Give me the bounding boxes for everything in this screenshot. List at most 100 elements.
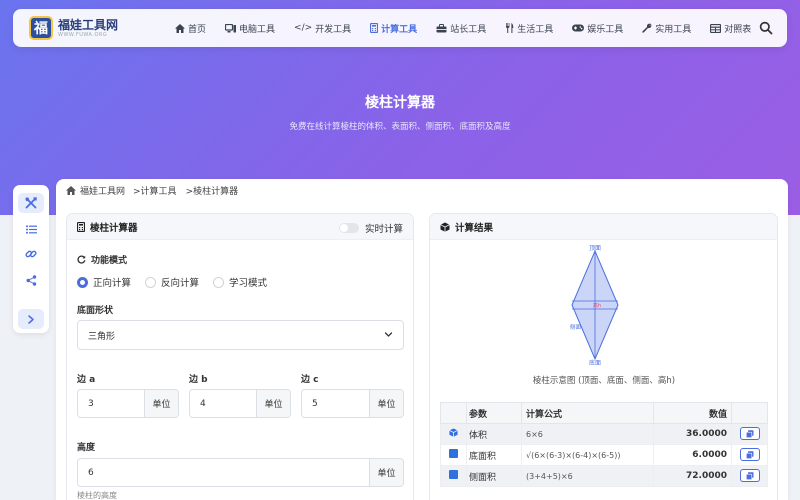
side-c-unit: 单位 bbox=[369, 390, 403, 417]
cube-icon bbox=[449, 428, 458, 437]
nav-item-entertainment-tools[interactable]: 娱乐工具 bbox=[572, 22, 623, 35]
chevron-down-icon bbox=[384, 332, 393, 337]
realtime-toggle[interactable] bbox=[338, 223, 359, 233]
side-c-input-group: 5 单位 bbox=[301, 389, 404, 418]
computer-icon bbox=[225, 23, 237, 32]
result-title: 计算结果 bbox=[455, 222, 494, 234]
height-unit: 单位 bbox=[369, 459, 403, 486]
table-icon bbox=[710, 23, 722, 33]
square-icon bbox=[449, 449, 458, 458]
row-formula: (3+4+5)×6 bbox=[521, 465, 654, 487]
mode-learning[interactable]: 学习模式 bbox=[213, 275, 267, 289]
floating-sidebar bbox=[13, 185, 49, 333]
logo-domain: WWW.FUWA.ORG bbox=[58, 31, 108, 38]
table-row: 侧面积 (3+4+5)×6 72.0000 bbox=[440, 465, 768, 487]
header-formula: 计算公式 bbox=[521, 402, 654, 424]
side-a-label: 边 a bbox=[77, 375, 96, 385]
top-navbar: 福 福娃工具网 WWW.FUWA.ORG 首页 电脑工具 </> 开发工具 计算… bbox=[13, 9, 787, 47]
copy-button[interactable] bbox=[739, 469, 760, 483]
nav-item-life-tools[interactable]: 生活工具 bbox=[505, 22, 553, 35]
calculator-icon bbox=[77, 221, 85, 232]
list-icon bbox=[25, 224, 37, 234]
copy-button[interactable] bbox=[739, 448, 760, 462]
side-c-input[interactable]: 5 bbox=[302, 390, 369, 417]
cube-icon bbox=[440, 222, 450, 232]
calculator-title: 棱柱计算器 bbox=[90, 222, 138, 234]
mode-forward[interactable]: 正向计算 bbox=[77, 275, 131, 289]
base-shape-value: 三角形 bbox=[88, 331, 116, 342]
tools-icon bbox=[25, 197, 37, 209]
side-c-label: 边 c bbox=[301, 375, 319, 385]
copy-icon bbox=[745, 472, 753, 480]
gamepad-icon bbox=[572, 24, 585, 32]
calculator-icon bbox=[370, 23, 379, 33]
nav-item-computer-tools[interactable]: 电脑工具 bbox=[225, 22, 275, 35]
height-input[interactable]: 6 bbox=[78, 459, 369, 486]
result-panel: 计算结果 顶面 高h 侧面 底面 棱柱示意图 (顶面、底面、侧面、高h) 参数 … bbox=[429, 213, 778, 500]
copy-button[interactable] bbox=[739, 427, 760, 441]
calculator-panel-header: 棱柱计算器 实时计算 bbox=[67, 214, 413, 240]
copy-icon bbox=[745, 451, 753, 459]
hero-title: 棱柱计算器 bbox=[365, 95, 435, 111]
prism-diagram: 顶面 高h 侧面 底面 bbox=[570, 245, 619, 365]
row-name: 侧面积 bbox=[466, 465, 522, 487]
calculator-panel: 棱柱计算器 实时计算 功能模式 正向计算 反向计算 学习模式 底面形状 三角形 … bbox=[66, 213, 414, 500]
mode-radio-group: 正向计算 反向计算 学习模式 bbox=[77, 275, 281, 289]
nav-item-home[interactable]: 首页 bbox=[175, 22, 206, 35]
radio-learning[interactable] bbox=[213, 276, 225, 288]
sidebar-share-button[interactable] bbox=[18, 270, 44, 290]
diagram-label-side: 侧面 bbox=[570, 323, 582, 331]
header-param: 参数 bbox=[466, 402, 522, 424]
row-value: 72.0000 bbox=[653, 465, 732, 487]
table-row: 体积 6×6 36.0000 bbox=[440, 423, 768, 445]
wrench-icon bbox=[642, 23, 652, 33]
logo-mark: 福 bbox=[29, 16, 53, 40]
code-icon: </> bbox=[294, 23, 313, 33]
side-b-unit: 单位 bbox=[256, 390, 290, 417]
diagram-caption: 棱柱示意图 (顶面、底面、侧面、高h) bbox=[532, 376, 676, 386]
breadcrumb-calc-tools[interactable]: >计算工具 bbox=[133, 184, 177, 197]
side-b-input-group: 4 单位 bbox=[189, 389, 291, 418]
sidebar-list-button[interactable] bbox=[18, 219, 44, 239]
share-icon bbox=[26, 274, 36, 286]
diagram-label-top: 顶面 bbox=[589, 245, 601, 252]
height-label: 高度 bbox=[77, 443, 96, 453]
hero-subtitle: 免费在线计算棱柱的体积、表面积、侧面积、底面积及高度 bbox=[289, 122, 511, 132]
radio-forward[interactable] bbox=[77, 276, 88, 288]
utensils-icon bbox=[506, 23, 514, 33]
mode-label-row: 功能模式 bbox=[77, 253, 127, 266]
side-a-input-group: 3 单位 bbox=[77, 389, 179, 418]
mode-reverse[interactable]: 反向计算 bbox=[145, 275, 199, 289]
side-b-label: 边 b bbox=[189, 375, 208, 385]
search-icon[interactable] bbox=[759, 21, 773, 35]
nav-item-webmaster-tools[interactable]: 站长工具 bbox=[436, 22, 486, 35]
side-b-input[interactable]: 4 bbox=[190, 390, 256, 417]
radio-reverse[interactable] bbox=[145, 276, 157, 288]
nav-item-utility-tools[interactable]: 实用工具 bbox=[642, 22, 691, 35]
header-value: 数值 bbox=[653, 402, 732, 424]
site-logo[interactable]: 福 福娃工具网 WWW.FUWA.ORG bbox=[29, 16, 149, 40]
breadcrumb-home[interactable]: 福娃工具网 bbox=[80, 184, 125, 197]
home-icon bbox=[175, 23, 185, 33]
result-table: 参数 计算公式 数值 体积 6×6 36.0000 底面积 √(6×(6-3)×… bbox=[440, 402, 768, 487]
base-shape-select[interactable]: 三角形 bbox=[77, 320, 404, 350]
sidebar-tools-button[interactable] bbox=[18, 193, 44, 213]
row-formula: 6×6 bbox=[521, 423, 654, 445]
sidebar-expand-button[interactable] bbox=[18, 309, 44, 329]
toolbox-icon bbox=[436, 23, 447, 32]
nav-item-dev-tools[interactable]: </> 开发工具 bbox=[294, 22, 351, 35]
side-a-unit: 单位 bbox=[144, 390, 178, 417]
nav-item-reference-tables[interactable]: 对照表 bbox=[710, 22, 751, 35]
link-icon bbox=[25, 250, 37, 258]
side-a-input[interactable]: 3 bbox=[78, 390, 144, 417]
sidebar-link-button[interactable] bbox=[18, 244, 44, 264]
chevron-right-icon bbox=[28, 314, 34, 324]
nav-item-calc-tools[interactable]: 计算工具 bbox=[370, 22, 417, 35]
logo-name: 福娃工具网 bbox=[58, 17, 119, 32]
row-name: 底面积 bbox=[466, 444, 522, 466]
row-name: 体积 bbox=[466, 423, 522, 445]
diagram-label-height: 高h bbox=[593, 302, 601, 309]
result-table-header: 参数 计算公式 数值 bbox=[440, 402, 768, 424]
result-panel-header: 计算结果 bbox=[430, 214, 777, 240]
main-nav: 首页 电脑工具 </> 开发工具 计算工具 站长工具 生活工具 娱乐工具 实用工 bbox=[175, 22, 770, 35]
